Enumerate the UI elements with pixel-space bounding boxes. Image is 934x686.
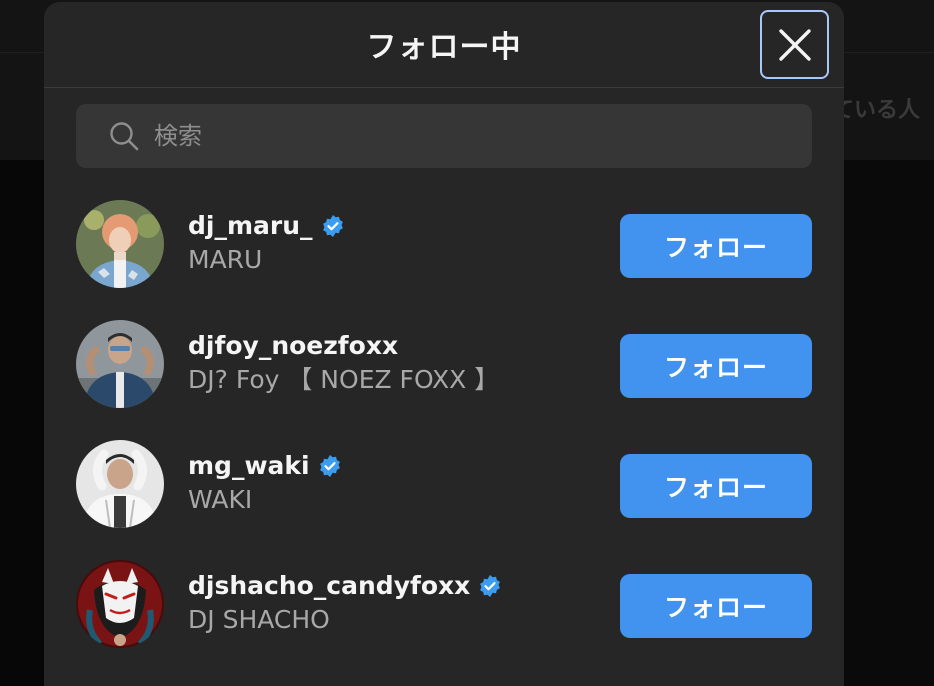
following-dialog: フォロー中 検索 dj_maru_ MARU フォロー djfoy_noezfo… — [44, 2, 844, 686]
backdrop-partial-text: ている人 — [832, 98, 921, 123]
list-item: djshacho_candyfoxx DJ SHACHO フォロー — [76, 544, 812, 664]
username-link[interactable]: mg_waki — [188, 450, 310, 482]
avatar[interactable] — [76, 200, 164, 288]
list-item: mg_waki WAKI フォロー — [76, 424, 812, 544]
verified-badge-icon — [318, 454, 342, 478]
username-line: djfoy_noezfoxx — [188, 330, 499, 362]
list-item: dj_maru_ MARU フォロー — [76, 184, 812, 304]
username-link[interactable]: djshacho_candyfoxx — [188, 570, 470, 602]
verified-badge-icon — [321, 214, 345, 238]
username-link[interactable]: dj_maru_ — [188, 210, 313, 242]
dialog-title: フォロー中 — [366, 30, 522, 65]
full-name: DJ? Foy 【 NOEZ FOXX 】 — [188, 365, 500, 394]
close-button[interactable] — [760, 10, 829, 79]
user-text: djshacho_candyfoxx DJ SHACHO — [188, 570, 502, 638]
avatar[interactable] — [76, 560, 164, 648]
username-line: dj_maru_ — [188, 210, 345, 242]
user-text: dj_maru_ MARU — [188, 210, 345, 278]
follow-button[interactable]: フォロー — [620, 574, 812, 638]
username-line: djshacho_candyfoxx — [188, 570, 502, 602]
avatar[interactable] — [76, 320, 164, 408]
user-text: mg_waki WAKI — [188, 450, 342, 518]
follow-button[interactable]: フォロー — [620, 214, 812, 278]
dialog-header: フォロー中 — [44, 2, 844, 88]
full-name: MARU — [188, 245, 263, 274]
user-text: djfoy_noezfoxx DJ? Foy 【 NOEZ FOXX 】 — [188, 330, 499, 398]
follow-button[interactable]: フォロー — [620, 334, 812, 398]
full-name: DJ SHACHO — [188, 605, 330, 634]
verified-badge-icon — [478, 574, 502, 598]
search-icon — [108, 120, 140, 152]
username-line: mg_waki — [188, 450, 342, 482]
username-link[interactable]: djfoy_noezfoxx — [188, 330, 398, 362]
close-icon — [778, 28, 811, 61]
list-item: djfoy_noezfoxx DJ? Foy 【 NOEZ FOXX 】 フォロ… — [76, 304, 812, 424]
avatar[interactable] — [76, 440, 164, 528]
follow-button[interactable]: フォロー — [620, 454, 812, 518]
backdrop-right-panel — [844, 160, 934, 686]
backdrop-left-panel — [0, 160, 44, 686]
search-box[interactable] — [76, 104, 812, 168]
following-list: dj_maru_ MARU フォロー djfoy_noezfoxx DJ? Fo… — [76, 184, 812, 664]
search-input[interactable] — [154, 122, 754, 150]
full-name: WAKI — [188, 485, 253, 514]
